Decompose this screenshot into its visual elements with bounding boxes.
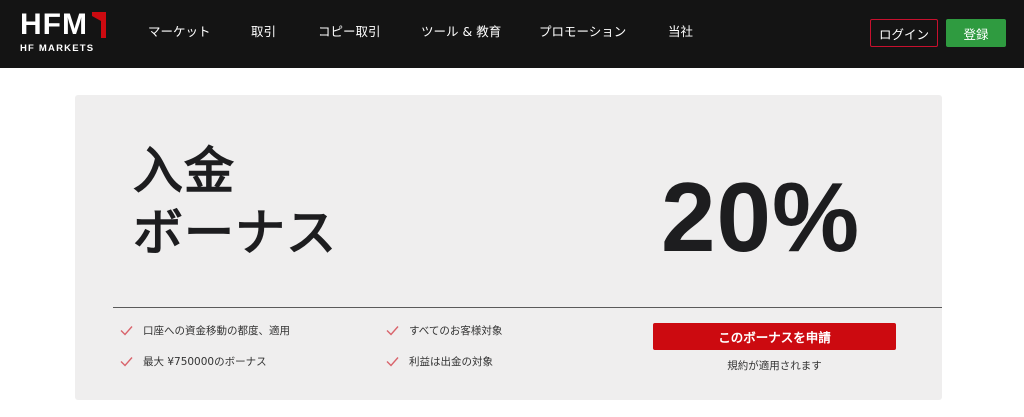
check-icon: [386, 326, 399, 336]
promo-title-line1: 入金: [133, 142, 235, 200]
feature-item: 最大 ¥750000のボーナス: [120, 354, 267, 369]
check-icon: [386, 357, 399, 367]
nav-item-company[interactable]: 当社: [668, 24, 693, 40]
bonus-percent: 20%: [661, 162, 861, 272]
feature-text: すべてのお客様対象: [409, 325, 503, 337]
feature-text: 最大 ¥750000のボーナス: [143, 356, 267, 368]
nav-item-trading[interactable]: 取引: [251, 24, 276, 40]
feature-item: 利益は出金の対象: [386, 354, 493, 369]
nav-item-markets[interactable]: マーケット: [148, 24, 211, 40]
nav-item-tools-education[interactable]: ツール & 教育: [421, 24, 501, 40]
top-navigation-bar: HFM HF MARKETS マーケット 取引 コピー取引 ツール & 教育 プ…: [0, 0, 1024, 68]
check-icon: [120, 357, 133, 367]
feature-text: 利益は出金の対象: [409, 356, 493, 368]
login-button[interactable]: ログイン: [870, 19, 938, 47]
feature-item: すべてのお客様対象: [386, 323, 502, 338]
card-divider: [113, 307, 942, 308]
logo-subtext: HF MARKETS: [20, 43, 95, 54]
check-icon: [120, 326, 133, 336]
logo-wordmark: HFM: [20, 8, 88, 41]
deposit-bonus-card: 入金 ボーナス 20% 口座への資金移動の都度、適用 最大 ¥750000のボー…: [75, 95, 942, 400]
logo-red-accent-icon: [92, 12, 106, 38]
register-button[interactable]: 登録: [946, 19, 1006, 47]
feature-item: 口座への資金移動の都度、適用: [120, 323, 290, 338]
hfm-logo[interactable]: HFM HF MARKETS: [20, 10, 110, 54]
promo-title-line2: ボーナス: [133, 204, 337, 262]
nav-item-copy-trading[interactable]: コピー取引: [318, 24, 381, 40]
nav-item-promotions[interactable]: プロモーション: [539, 24, 626, 40]
feature-text: 口座への資金移動の都度、適用: [143, 325, 290, 337]
claim-bonus-button[interactable]: このボーナスを申請: [653, 323, 896, 350]
terms-note: 規約が適用されます: [727, 360, 822, 372]
